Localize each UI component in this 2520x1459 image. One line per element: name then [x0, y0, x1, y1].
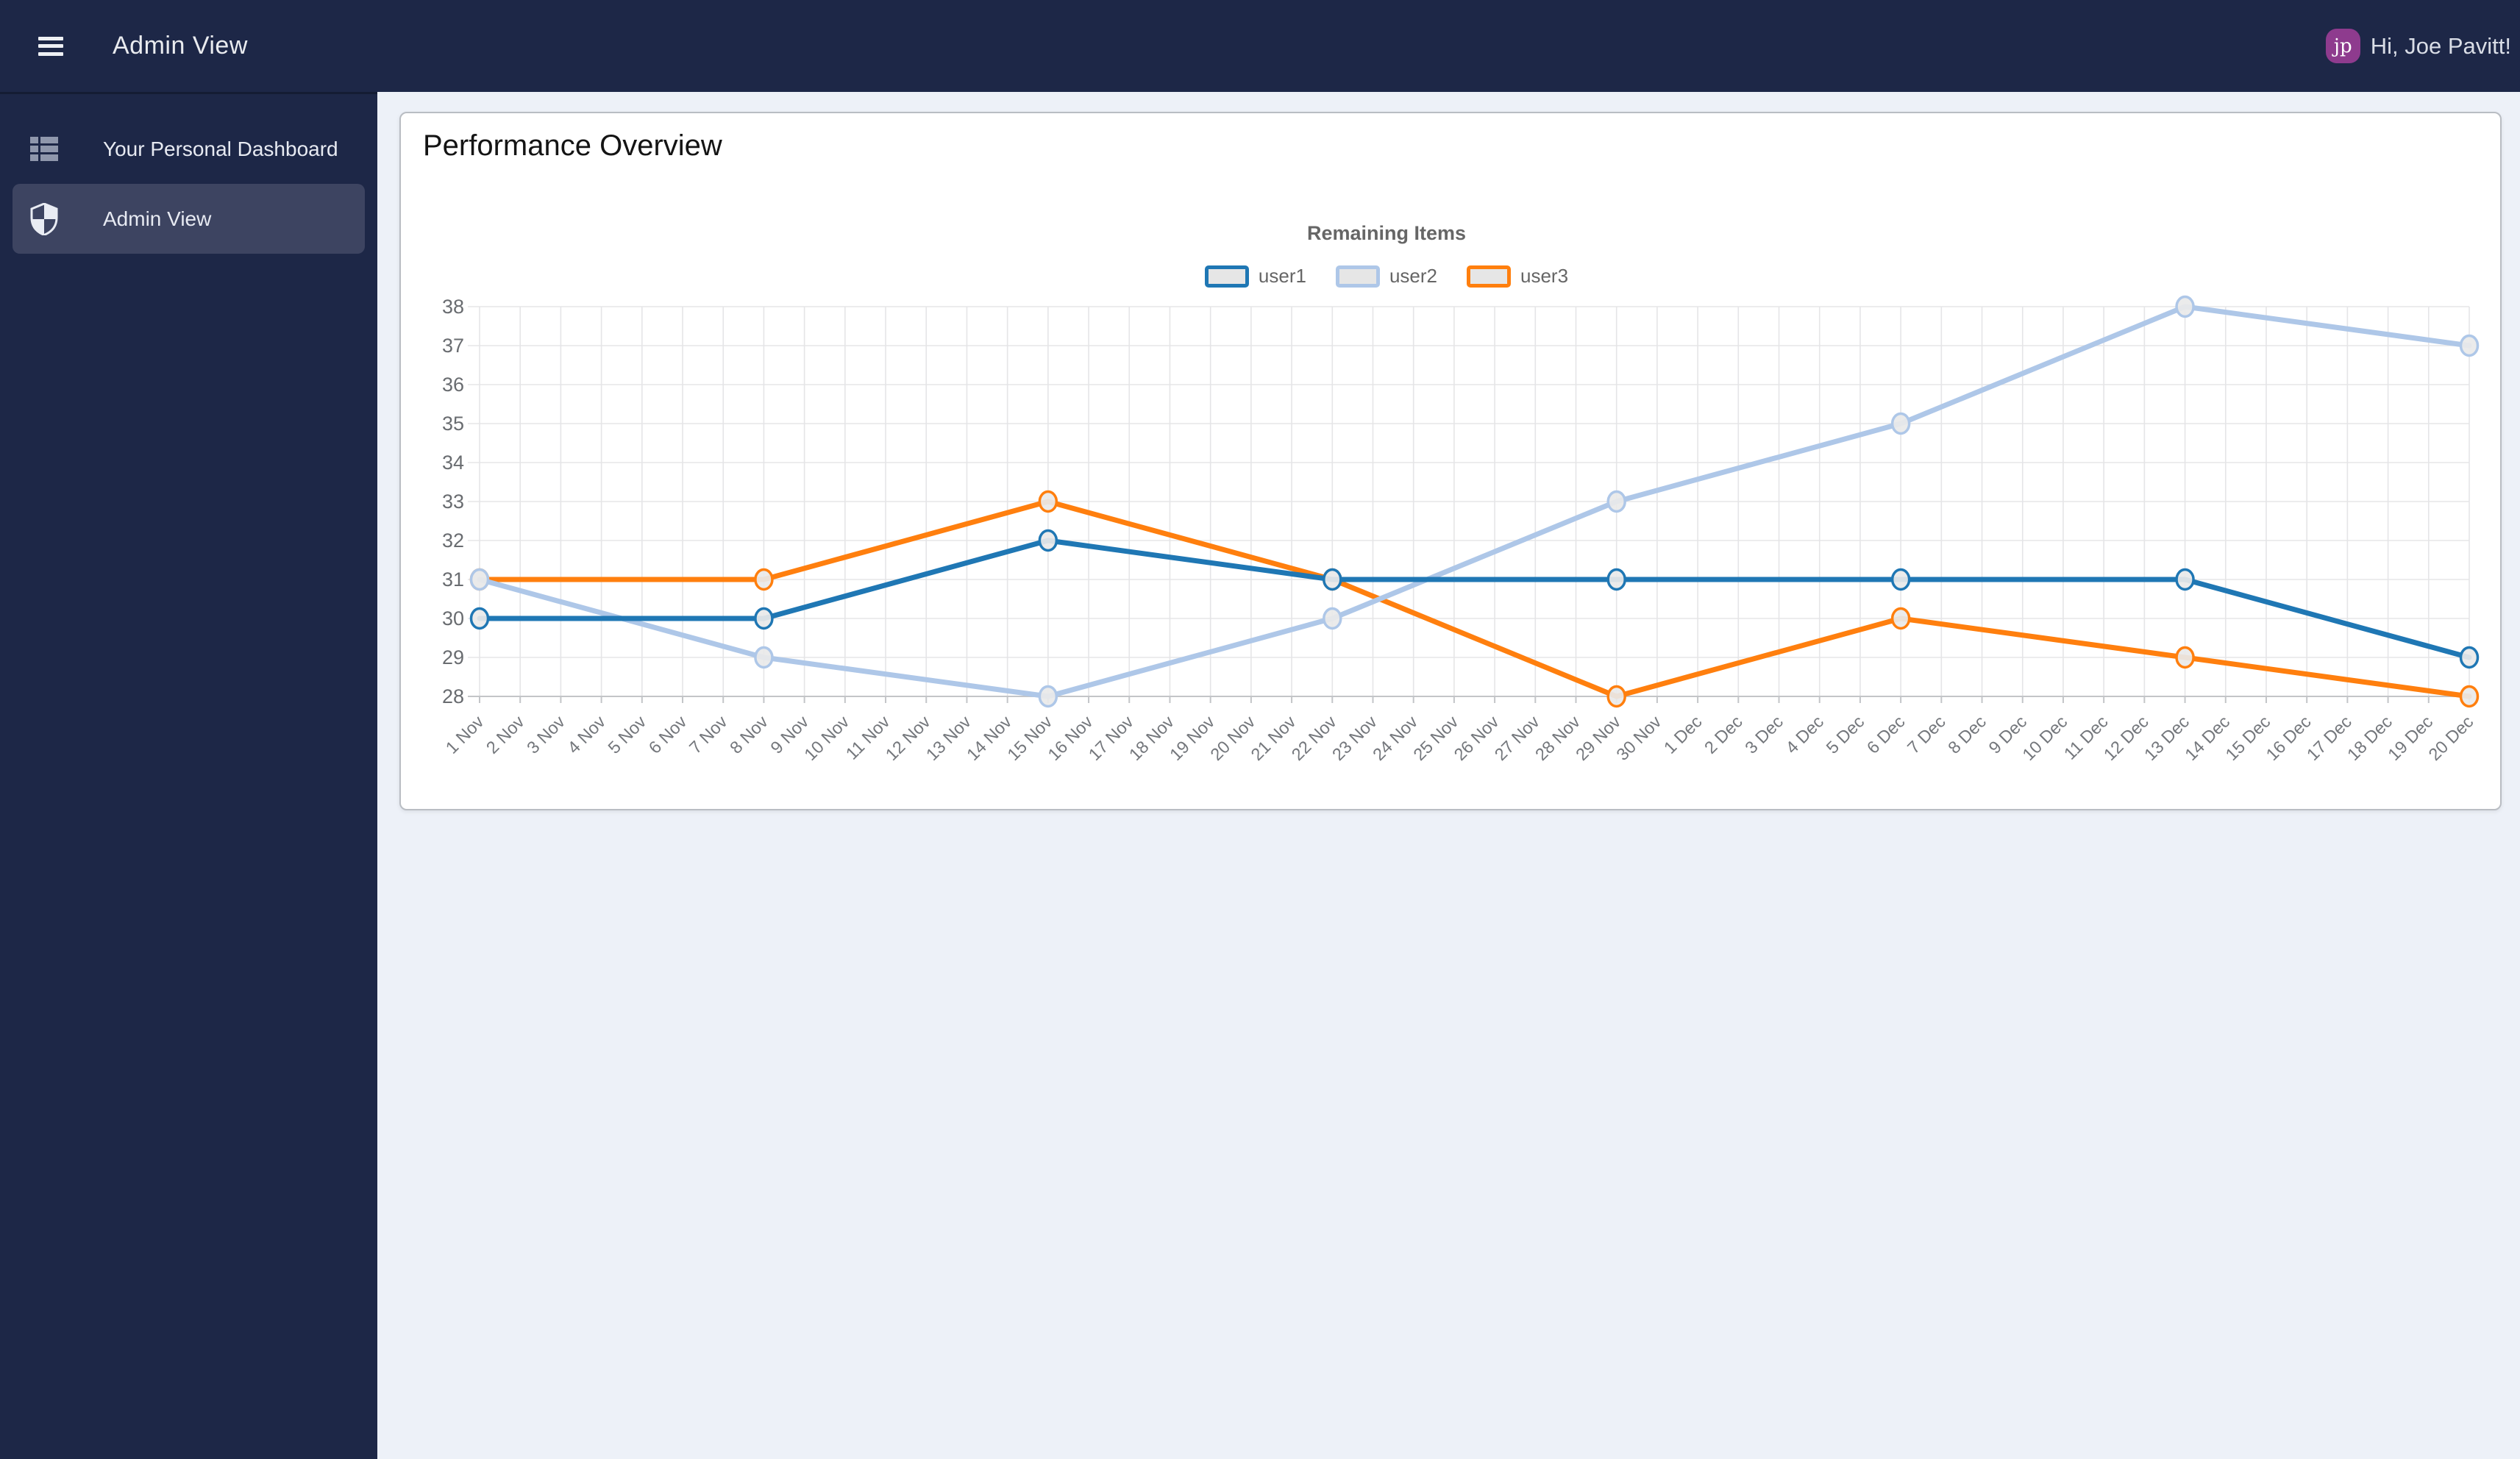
x-tick-label: 3 Dec: [1741, 712, 1787, 757]
x-tick-label: 3 Nov: [523, 712, 569, 757]
data-point-user1[interactable]: [469, 607, 490, 630]
x-tick-label: 26 Nov: [1451, 712, 1503, 764]
data-point-user2[interactable]: [1038, 685, 1058, 708]
avatar[interactable]: jp: [2325, 29, 2360, 63]
data-point-user2[interactable]: [469, 568, 490, 591]
x-tick-label: 18 Nov: [1125, 712, 1178, 764]
x-tick-label: 12 Dec: [2100, 712, 2152, 764]
data-point-user2[interactable]: [2459, 334, 2480, 357]
y-tick-label: 30: [442, 607, 464, 629]
hamburger-menu-icon[interactable]: [38, 36, 63, 56]
x-tick-label: 20 Nov: [1206, 712, 1259, 764]
x-tick-label: 6 Dec: [1863, 712, 1909, 757]
x-tick-label: 10 Nov: [800, 712, 853, 764]
app-title: Admin View: [113, 32, 248, 60]
x-tick-label: 15 Dec: [2221, 712, 2274, 764]
x-tick-label: 22 Nov: [1288, 712, 1340, 764]
x-tick-label: 21 Nov: [1247, 712, 1300, 764]
x-tick-label: 1 Dec: [1660, 712, 1706, 757]
y-tick-label: 31: [442, 568, 464, 591]
x-tick-label: 24 Nov: [1369, 712, 1421, 764]
data-point-user2[interactable]: [754, 646, 774, 669]
x-tick-label: 8 Nov: [726, 712, 772, 757]
data-point-user3[interactable]: [1038, 490, 1058, 513]
x-tick-label: 6 Nov: [645, 712, 691, 757]
data-point-user2[interactable]: [2175, 295, 2195, 318]
y-tick-label: 34: [442, 452, 464, 474]
x-tick-label: 29 Nov: [1572, 712, 1624, 764]
dashboard-list-icon: [28, 137, 60, 161]
data-point-user3[interactable]: [1890, 607, 1911, 630]
x-tick-label: 10 Dec: [2018, 712, 2071, 764]
x-tick-label: 16 Nov: [1044, 712, 1097, 764]
sidebar: Your Personal Dashboard Admin View: [0, 92, 377, 1459]
line-chart-canvas[interactable]: 1 Nov2 Nov3 Nov4 Nov5 Nov6 Nov7 Nov8 Nov…: [401, 282, 2503, 812]
y-tick-label: 29: [442, 646, 464, 668]
x-tick-label: 20 Dec: [2424, 712, 2477, 764]
y-tick-label: 36: [442, 374, 464, 396]
data-point-user3[interactable]: [2175, 646, 2195, 669]
data-point-user2[interactable]: [1606, 490, 1626, 513]
sidebar-item-personal-dashboard[interactable]: Your Personal Dashboard: [13, 114, 365, 184]
x-tick-label: 16 Dec: [2263, 712, 2315, 764]
x-tick-label: 17 Nov: [1085, 712, 1137, 764]
y-tick-label: 38: [442, 296, 464, 318]
x-tick-label: 13 Nov: [922, 712, 975, 764]
x-tick-label: 19 Dec: [2384, 712, 2436, 764]
y-tick-label: 28: [442, 685, 464, 707]
x-tick-label: 17 Dec: [2303, 712, 2355, 764]
x-tick-label: 1 Nov: [442, 712, 488, 757]
y-tick-label: 37: [442, 335, 464, 357]
data-point-user1[interactable]: [1606, 568, 1626, 591]
data-point-user1[interactable]: [1038, 529, 1058, 552]
x-tick-label: 2 Dec: [1701, 712, 1746, 757]
x-tick-label: 25 Nov: [1409, 712, 1462, 764]
data-point-user1[interactable]: [1323, 568, 1342, 591]
data-point-user3[interactable]: [2459, 685, 2480, 708]
x-tick-label: 27 Nov: [1491, 712, 1543, 764]
user-greeting: Hi, Joe Pavitt!: [2370, 32, 2511, 59]
x-tick-label: 18 Dec: [2343, 712, 2396, 764]
x-tick-label: 28 Nov: [1531, 712, 1584, 764]
x-tick-label: 15 Nov: [1003, 712, 1056, 764]
data-point-user1[interactable]: [754, 607, 774, 630]
x-tick-label: 14 Nov: [963, 712, 1015, 764]
x-tick-label: 13 Dec: [2140, 712, 2193, 764]
top-navbar: Admin View jp Hi, Joe Pavitt!: [0, 0, 2520, 92]
y-tick-label: 32: [442, 529, 464, 552]
performance-overview-card: Performance Overview Remaining Items use…: [399, 112, 2502, 810]
sidebar-item-label: Admin View: [103, 207, 212, 230]
x-tick-label: 30 Nov: [1612, 712, 1665, 764]
series-line-user3: [477, 499, 2472, 699]
data-point-user3[interactable]: [754, 568, 774, 591]
x-tick-label: 12 Nov: [882, 712, 934, 764]
card-title: Performance Overview: [423, 129, 722, 162]
x-tick-label: 2 Nov: [483, 712, 528, 757]
y-tick-label: 35: [442, 413, 464, 435]
x-tick-label: 7 Nov: [686, 712, 731, 757]
x-tick-label: 7 Dec: [1904, 712, 1949, 757]
x-tick-label: 5 Dec: [1823, 712, 1868, 757]
data-point-user1[interactable]: [2459, 646, 2480, 669]
data-point-user1[interactable]: [2175, 568, 2195, 591]
x-tick-label: 23 Nov: [1328, 712, 1381, 764]
x-tick-label: 8 Dec: [1944, 712, 1990, 757]
x-tick-label: 5 Nov: [605, 712, 650, 757]
sidebar-item-admin-view[interactable]: Admin View: [13, 184, 365, 254]
y-tick-label: 33: [442, 491, 464, 513]
main-content: Performance Overview Remaining Items use…: [377, 92, 2520, 1459]
sidebar-item-label: Your Personal Dashboard: [103, 137, 338, 160]
shield-icon: [28, 202, 60, 235]
chart-title: Remaining Items: [1306, 222, 1467, 244]
x-tick-label: 19 Nov: [1166, 712, 1218, 764]
data-point-user2[interactable]: [1323, 607, 1342, 630]
x-tick-label: 4 Dec: [1782, 712, 1827, 757]
x-tick-label: 14 Dec: [2181, 712, 2233, 764]
data-point-user2[interactable]: [1890, 412, 1911, 435]
data-point-user1[interactable]: [1890, 568, 1911, 591]
x-tick-label: 4 Nov: [563, 712, 609, 757]
data-point-user3[interactable]: [1606, 685, 1626, 708]
